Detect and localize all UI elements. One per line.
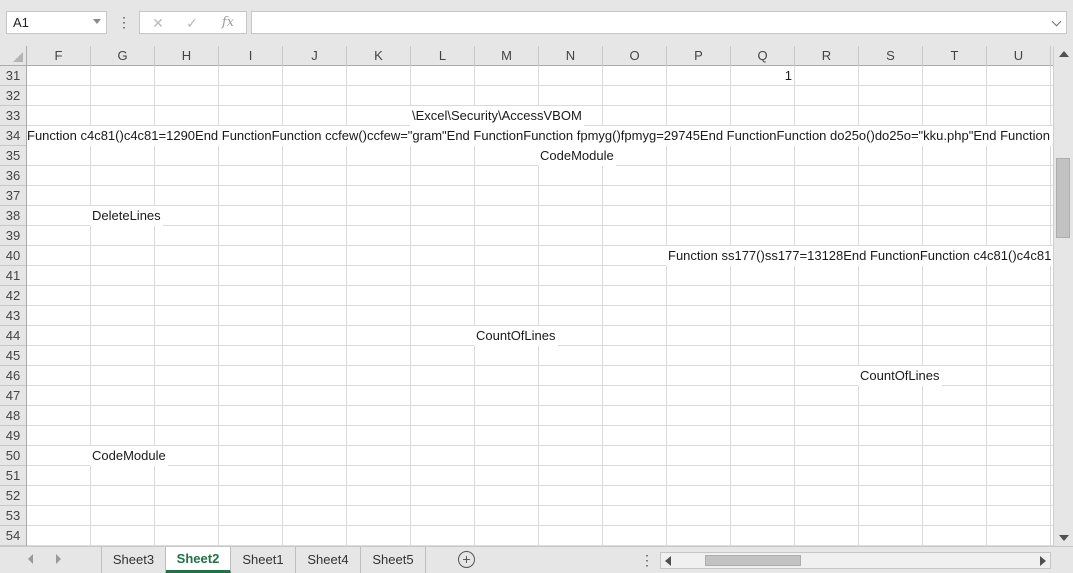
scroll-down-icon[interactable] — [1059, 535, 1069, 541]
column-header-l[interactable]: L — [411, 46, 475, 66]
name-box-value: A1 — [13, 15, 29, 30]
row-header-53[interactable]: 53 — [0, 506, 26, 526]
sheet-tab-sheet3[interactable]: Sheet3 — [101, 547, 166, 573]
gridline-horizontal — [27, 445, 1053, 446]
chevron-down-icon[interactable] — [93, 19, 101, 24]
cell-a34[interactable]: Function c4c81()c4c81=1290End FunctionFu… — [27, 126, 1052, 146]
check-icon[interactable]: ✓ — [180, 14, 204, 32]
column-header-r[interactable]: R — [795, 46, 859, 66]
row-header-34[interactable]: 34 — [0, 126, 26, 146]
cell-p40[interactable]: Function ss177()ss177=13128End FunctionF… — [666, 246, 1053, 266]
row-header-39[interactable]: 39 — [0, 226, 26, 246]
row-header-49[interactable]: 49 — [0, 426, 26, 446]
select-all-icon — [13, 52, 23, 62]
row-header-54[interactable]: 54 — [0, 526, 26, 546]
formula-input[interactable] — [251, 11, 1067, 34]
scroll-left-icon[interactable] — [665, 556, 671, 566]
gridline-horizontal — [27, 305, 1053, 306]
gridline-horizontal — [27, 485, 1053, 486]
row-header-33[interactable]: 33 — [0, 106, 26, 126]
excel-window: A1 ⋮ ✕ ✓ fx FGHIJKLMNOPQRSTU 31 32 33 34 35 3… — [0, 0, 1073, 573]
row-header-46[interactable]: 46 — [0, 366, 26, 386]
worksheet-grid[interactable]: FGHIJKLMNOPQRSTU 31 32 33 34 35 36 37 38 39 40 41 4… — [0, 46, 1053, 546]
row-header-35[interactable]: 35 — [0, 146, 26, 166]
column-header-g[interactable]: G — [91, 46, 155, 66]
column-header-h[interactable]: H — [155, 46, 219, 66]
vertical-ellipsis-icon[interactable]: ⋮ — [117, 13, 131, 33]
row-header-51[interactable]: 51 — [0, 466, 26, 486]
sheet-tab-bar: Sheet3 Sheet2 Sheet1 Sheet4 Sheet5 + ⋮ — [0, 546, 1073, 573]
row-header-47[interactable]: 47 — [0, 386, 26, 406]
sheet-tab-sheet4[interactable]: Sheet4 — [296, 547, 361, 573]
horizontal-scrollbar[interactable] — [660, 552, 1051, 569]
vertical-scrollbar[interactable] — [1053, 46, 1073, 546]
sheet-tab-sheet2[interactable]: Sheet2 — [166, 547, 231, 573]
cell-g38[interactable]: DeleteLines — [90, 206, 163, 226]
cell-g50[interactable]: CodeModule — [90, 446, 168, 466]
column-header-k[interactable]: K — [347, 46, 411, 66]
row-header-38[interactable]: 38 — [0, 206, 26, 226]
column-header-j[interactable]: J — [283, 46, 347, 66]
gridline-horizontal — [27, 85, 1053, 86]
gridline-horizontal — [27, 205, 1053, 206]
column-header-s[interactable]: S — [859, 46, 923, 66]
row-header-45[interactable]: 45 — [0, 346, 26, 366]
row-header-43[interactable]: 43 — [0, 306, 26, 326]
row-header-41[interactable]: 41 — [0, 266, 26, 286]
insert-function-icon[interactable]: fx — [216, 14, 240, 32]
previous-sheet-icon[interactable] — [28, 554, 33, 564]
close-icon[interactable]: ✕ — [146, 14, 170, 32]
row-header-column: 31 32 33 34 35 36 37 38 39 40 41 42 43 44 45 46 47 48 49 50… — [0, 66, 27, 546]
gridline-horizontal — [27, 525, 1053, 526]
vertical-scroll-thumb[interactable] — [1056, 158, 1070, 238]
row-header-40[interactable]: 40 — [0, 246, 26, 266]
expand-formula-icon[interactable] — [1051, 16, 1062, 27]
scroll-up-icon[interactable] — [1059, 51, 1069, 57]
gridline-horizontal — [27, 185, 1053, 186]
column-header-u[interactable]: U — [987, 46, 1051, 66]
row-header-52[interactable]: 52 — [0, 486, 26, 506]
row-header-48[interactable]: 48 — [0, 406, 26, 426]
row-header-44[interactable]: 44 — [0, 326, 26, 346]
gridline-horizontal — [27, 425, 1053, 426]
row-header-42[interactable]: 42 — [0, 286, 26, 306]
row-header-31[interactable]: 31 — [0, 66, 26, 86]
column-header-row: FGHIJKLMNOPQRSTU — [27, 46, 1053, 66]
column-header-t[interactable]: T — [923, 46, 987, 66]
gridline-horizontal — [27, 285, 1053, 286]
column-header-o[interactable]: O — [603, 46, 667, 66]
column-header-p[interactable]: P — [667, 46, 731, 66]
cell-m44[interactable]: CountOfLines — [474, 326, 558, 346]
gridline-horizontal — [27, 505, 1053, 506]
cell-s46[interactable]: CountOfLines — [858, 366, 942, 386]
formula-buttons: ✕ ✓ fx — [139, 11, 247, 34]
cell-q31[interactable]: 1 — [730, 66, 792, 86]
gridline-horizontal — [27, 405, 1053, 406]
row-header-50[interactable]: 50 — [0, 446, 26, 466]
row-header-36[interactable]: 36 — [0, 166, 26, 186]
gridline-horizontal — [27, 465, 1053, 466]
scroll-right-icon[interactable] — [1040, 556, 1046, 566]
cell-l33[interactable]: \Excel\Security\AccessVBOM — [410, 106, 584, 126]
select-all-button[interactable] — [0, 46, 27, 66]
row-header-32[interactable]: 32 — [0, 86, 26, 106]
column-header-q[interactable]: Q — [731, 46, 795, 66]
add-sheet-icon[interactable]: + — [458, 551, 475, 568]
cell-n35[interactable]: CodeModule — [538, 146, 616, 166]
formula-bar: A1 ⋮ ✕ ✓ fx — [0, 0, 1073, 46]
sheet-tab-sheet1[interactable]: Sheet1 — [231, 547, 296, 573]
column-header-f[interactable]: F — [27, 46, 91, 66]
column-header-m[interactable]: M — [475, 46, 539, 66]
tab-split-handle[interactable]: ⋮ — [640, 551, 654, 569]
horizontal-scroll-thumb[interactable] — [705, 555, 801, 566]
column-header-i[interactable]: I — [219, 46, 283, 66]
name-box[interactable]: A1 — [6, 11, 107, 34]
column-header-n[interactable]: N — [539, 46, 603, 66]
row-header-37[interactable]: 37 — [0, 186, 26, 206]
gridline-horizontal — [27, 225, 1053, 226]
cell-area[interactable]: 1 \Excel\Security\AccessVBOM Function c4… — [27, 66, 1053, 546]
next-sheet-icon[interactable] — [56, 554, 61, 564]
sheet-tab-sheet5[interactable]: Sheet5 — [361, 547, 426, 573]
